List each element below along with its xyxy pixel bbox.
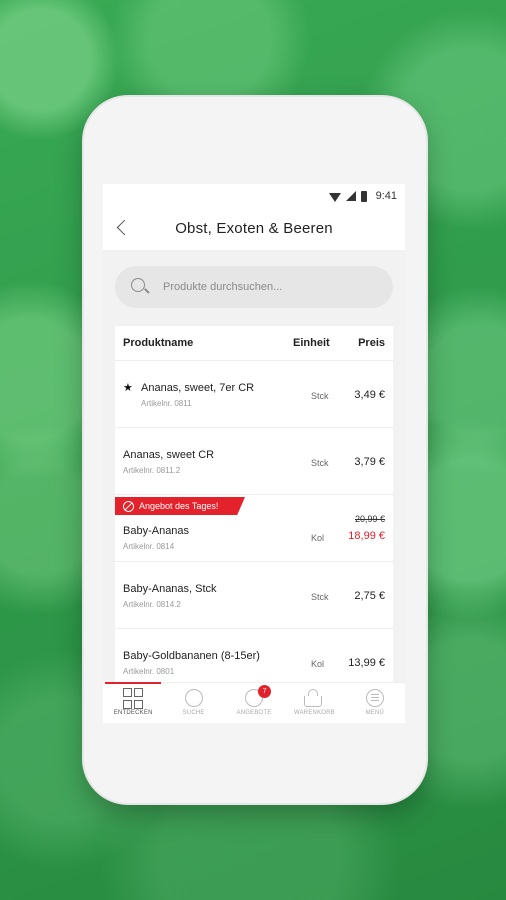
back-icon[interactable] (116, 219, 133, 236)
product-price: 3,79 € (354, 456, 385, 468)
tab-label: ENTDECKEN (113, 710, 153, 716)
title-bar: Obst, Exoten & Beeren (103, 208, 405, 248)
product-sku: Artikelnr. 0811.2 (123, 466, 181, 475)
table-header: Produktname Einheit Preis (115, 326, 393, 361)
offer-badge: Angebot des Tages! (115, 497, 245, 515)
product-sku: Artikelnr. 0801 (123, 667, 175, 676)
search-icon (131, 278, 150, 296)
status-time: 9:41 (375, 190, 397, 202)
product-unit: Kol (311, 659, 325, 669)
tab-angebote[interactable]: 7 ANGEBOTE (224, 683, 284, 723)
tab-suche[interactable]: SUCHE (163, 683, 223, 723)
tab-label: MENÜ (365, 710, 385, 716)
product-list-area: Produktname Einheit Preis ★ Ananas, swee… (103, 322, 405, 682)
offers-icon: 7 (244, 685, 272, 708)
status-bar: 9:41 (103, 184, 405, 208)
tab-label: WARENKORB (293, 710, 335, 716)
header-unit: Einheit (293, 337, 330, 349)
product-price: 18,99 € (348, 530, 385, 542)
header-price: Preis (358, 337, 385, 349)
menu-icon (365, 688, 385, 708)
product-unit: Stck (311, 592, 329, 602)
favorite-star-icon[interactable]: ★ (123, 381, 133, 394)
wifi-icon (328, 192, 341, 202)
battery-icon (360, 190, 367, 202)
table-row[interactable]: Baby-Goldbananen (8-15er) Artikelnr. 080… (115, 629, 393, 682)
product-old-price: 20,99 € (354, 514, 385, 524)
product-name: Ananas, sweet CR (123, 449, 215, 461)
header-name: Produktname (123, 337, 194, 349)
offer-label: Angebot des Tages! (139, 501, 219, 511)
product-unit: Stck (311, 391, 329, 401)
offers-count-badge: 7 (258, 685, 272, 698)
table-row[interactable]: Angebot des Tages! Baby-Ananas Artikelnr… (115, 495, 393, 562)
product-name: Baby-Goldbananen (8-15er) (123, 650, 260, 662)
product-unit: Stck (311, 458, 329, 468)
product-table: Produktname Einheit Preis ★ Ananas, swee… (115, 326, 393, 682)
bottom-tab-bar: ENTDECKEN SUCHE 7 ANGEBOTE WARENKORB MEN… (103, 682, 405, 723)
product-price: 2,75 € (354, 590, 385, 602)
search-area (103, 250, 405, 322)
tab-entdecken[interactable]: ENTDECKEN (103, 682, 163, 723)
table-row[interactable]: Ananas, sweet CR Artikelnr. 0811.2 Stck … (115, 428, 393, 495)
table-row[interactable]: Baby-Ananas, Stck Artikelnr. 0814.2 Stck… (115, 562, 393, 629)
product-sku: Artikelnr. 0814.2 (123, 600, 181, 609)
table-row[interactable]: ★ Ananas, sweet, 7er CR Artikelnr. 0811 … (115, 361, 393, 428)
product-name: Ananas, sweet, 7er CR (141, 382, 255, 394)
offer-tag-icon (123, 500, 134, 512)
search-input[interactable] (161, 280, 365, 294)
app-screen: 9:41 Obst, Exoten & Beeren Produktname E… (103, 184, 405, 723)
product-unit: Kol (311, 533, 325, 543)
signal-icon (345, 191, 356, 201)
search-icon (184, 688, 204, 708)
tab-warenkorb[interactable]: WARENKORB (284, 683, 344, 723)
tab-label: ANGEBOTE (236, 710, 272, 716)
search-bar[interactable] (115, 266, 393, 308)
product-name: Baby-Ananas, Stck (123, 583, 217, 595)
product-sku: Artikelnr. 0814 (123, 542, 175, 551)
grid-icon (123, 688, 144, 709)
product-sku: Artikelnr. 0811 (141, 399, 192, 408)
product-price: 3,49 € (354, 389, 385, 401)
basket-icon (304, 688, 324, 708)
product-price: 13,99 € (348, 657, 385, 669)
tab-menu[interactable]: MENÜ (345, 683, 405, 723)
tab-label: SUCHE (182, 710, 205, 716)
product-name: Baby-Ananas (123, 525, 190, 537)
page-title: Obst, Exoten & Beeren (175, 219, 333, 237)
